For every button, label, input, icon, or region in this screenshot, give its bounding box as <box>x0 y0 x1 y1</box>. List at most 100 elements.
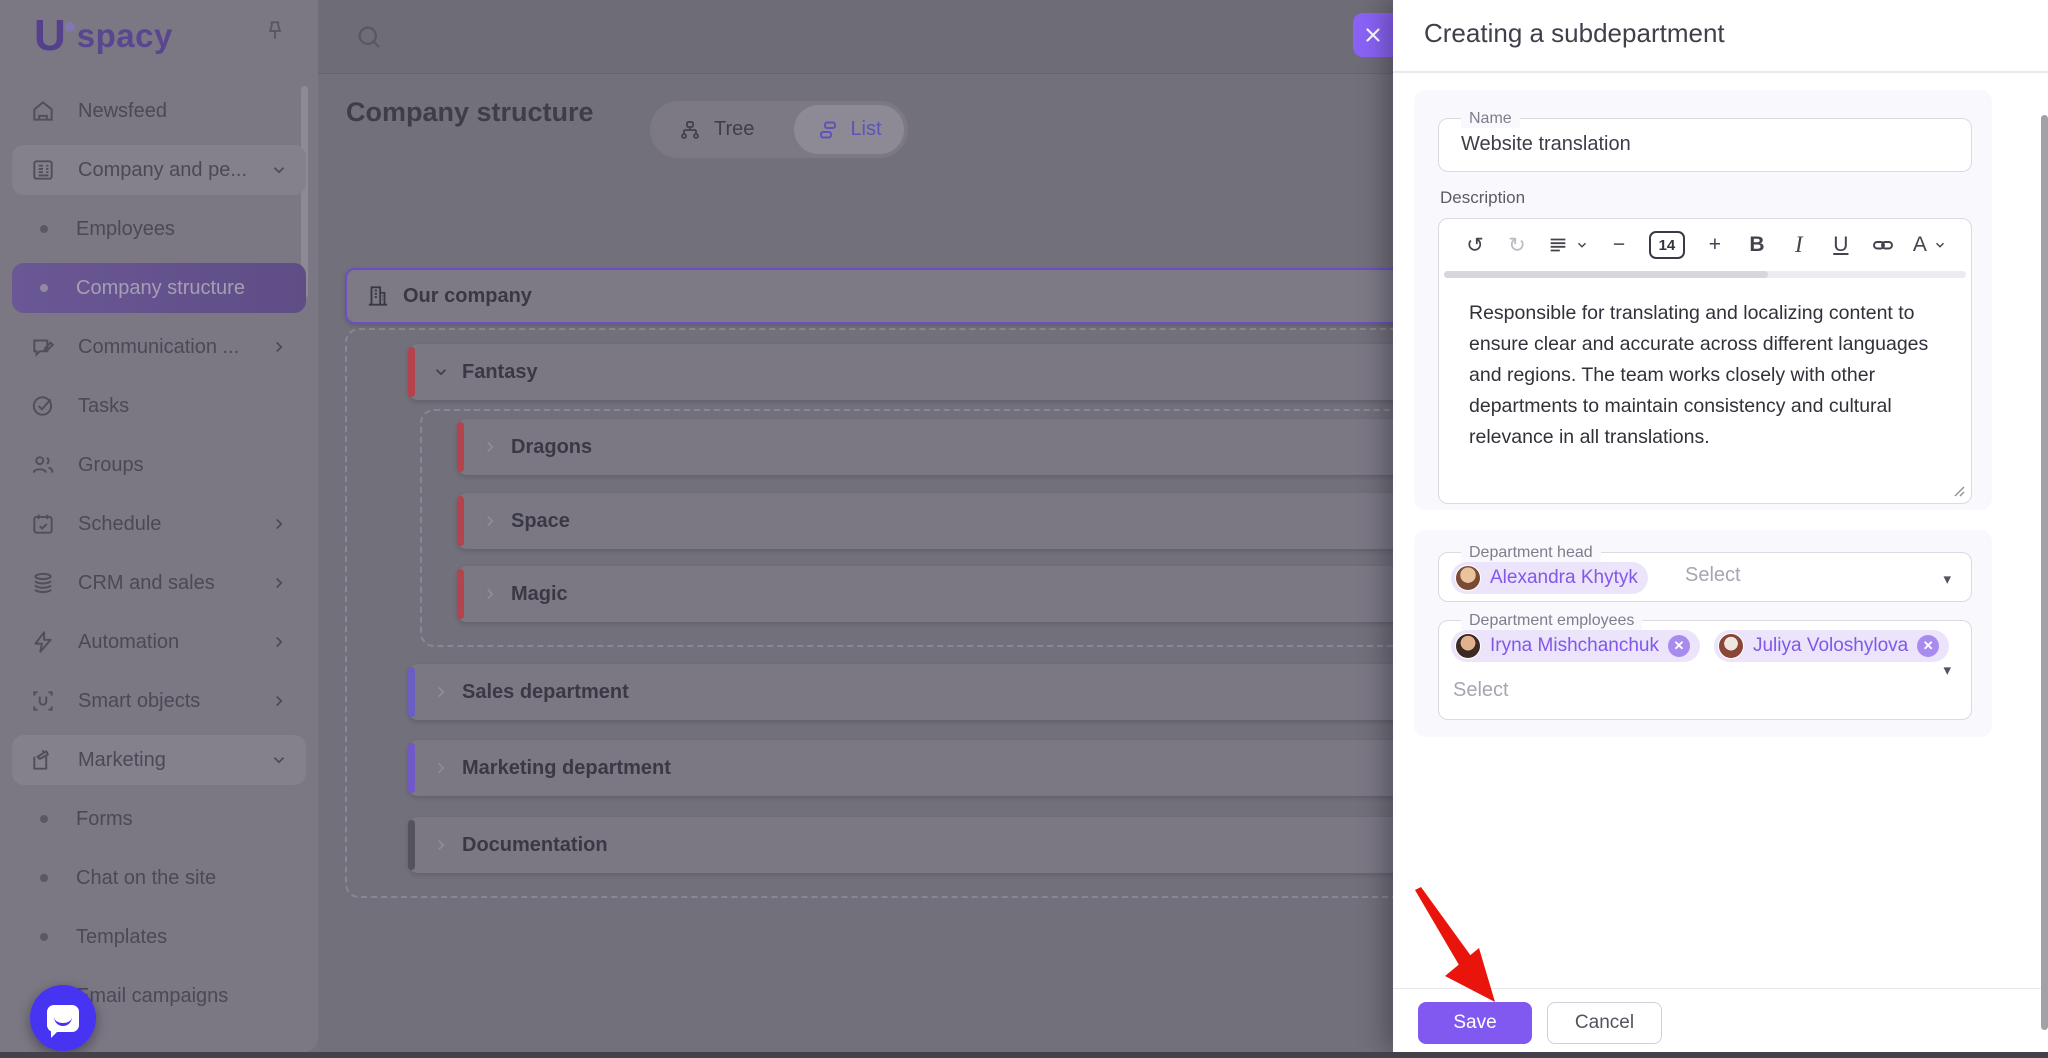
app-logo[interactable]: U spacy <box>34 12 173 60</box>
italic-icon[interactable]: I <box>1787 229 1811 261</box>
bullet-icon <box>40 815 48 823</box>
font-size-value[interactable]: 14 <box>1648 231 1685 259</box>
editor-hscrollbar[interactable] <box>1444 271 1966 278</box>
sidebar-item-employees[interactable]: Employees <box>12 204 306 254</box>
sidebar-item-newsfeed[interactable]: Newsfeed <box>12 86 306 136</box>
sidebar: U spacy Newsfeed Company and pe... Emplo… <box>0 0 318 1052</box>
name-field[interactable]: Name Website translation <box>1438 110 1972 172</box>
sidebar-item-groups[interactable]: Groups <box>12 440 306 490</box>
list-view-icon <box>816 118 840 142</box>
undo-icon[interactable]: ↺ <box>1463 229 1487 261</box>
tab-list-view[interactable]: List <box>794 105 904 154</box>
text-color-icon[interactable]: A <box>1913 229 1947 261</box>
sidebar-item-label: Templates <box>76 925 168 948</box>
page-title: Company structure <box>346 97 594 127</box>
chevron-right-icon[interactable] <box>432 836 450 854</box>
chevron-right-icon[interactable] <box>481 512 499 530</box>
home-icon <box>28 96 58 126</box>
close-button[interactable] <box>1353 13 1393 57</box>
sidebar-item-crm-and-sales[interactable]: CRM and sales <box>12 558 306 608</box>
name-field-label: Name <box>1461 110 1520 128</box>
redo-icon[interactable]: ↻ <box>1505 229 1529 261</box>
app-screen: U spacy Newsfeed Company and pe... Emplo… <box>0 0 2048 1058</box>
remove-chip-icon[interactable]: ✕ <box>1917 635 1940 657</box>
chat-widget-button[interactable] <box>30 985 96 1051</box>
company-structure-list: Our company Fantasy Dragons Space Magic <box>345 187 1475 907</box>
department-name: Sales department <box>462 680 629 703</box>
logo-letter: U <box>34 11 66 60</box>
department-head-label: Department head <box>1461 544 1601 562</box>
chevron-down-icon <box>270 751 288 769</box>
sidebar-item-communication[interactable]: Communication ... <box>12 322 306 372</box>
pin-icon[interactable] <box>262 18 288 44</box>
sidebar-item-smart-objects[interactable]: Smart objects <box>12 676 306 726</box>
tree-row-dragons[interactable]: Dragons <box>457 419 1457 475</box>
avatar <box>1455 633 1481 659</box>
department-name: Our company <box>403 284 532 307</box>
chevron-right-icon <box>270 692 288 710</box>
tree-row-space[interactable]: Space <box>457 493 1457 549</box>
check-circle-icon <box>28 391 58 421</box>
tree-row-fantasy[interactable]: Fantasy <box>408 344 1457 400</box>
sidebar-item-schedule[interactable]: Schedule <box>12 499 306 549</box>
sidebar-item-forms[interactable]: Forms <box>12 794 306 844</box>
chevron-down-icon[interactable] <box>432 363 450 381</box>
search-icon[interactable] <box>354 22 384 52</box>
chevron-right-icon <box>270 515 288 533</box>
sidebar-item-company-structure[interactable]: Company structure <box>12 263 306 313</box>
tree-row-marketing-department[interactable]: Marketing department <box>408 740 1457 796</box>
tree-row-magic[interactable]: Magic <box>457 566 1457 622</box>
resize-handle-icon[interactable] <box>1953 485 1965 497</box>
calendar-check-icon <box>28 509 58 539</box>
chevron-right-icon[interactable] <box>481 438 499 456</box>
sidebar-item-label: Chat on the site <box>76 866 217 889</box>
dropdown-caret-icon[interactable]: ▾ <box>1943 661 1951 679</box>
department-employees-label: Department employees <box>1461 612 1643 630</box>
description-text[interactable]: Responsible for translating and localizi… <box>1439 278 1971 453</box>
zap-icon <box>28 627 58 657</box>
department-color-bar <box>457 496 464 546</box>
department-head-select[interactable]: Department head Alexandra Khytyk Select … <box>1438 544 1972 602</box>
cancel-button[interactable]: Cancel <box>1547 1002 1662 1044</box>
department-name: Documentation <box>462 833 608 856</box>
dropdown-caret-icon[interactable]: ▾ <box>1943 570 1951 588</box>
sidebar-item-templates[interactable]: Templates <box>12 912 306 962</box>
chevron-right-icon[interactable] <box>432 683 450 701</box>
sidebar-item-label: Company structure <box>76 276 245 299</box>
selected-user-chip[interactable]: Iryna Mishchanchuk ✕ <box>1451 630 1700 662</box>
megaphone-icon <box>28 745 58 775</box>
sidebar-item-chat-on-the-site[interactable]: Chat on the site <box>12 853 306 903</box>
sidebar-item-company-and-people[interactable]: Company and pe... <box>12 145 306 195</box>
sidebar-nav: Newsfeed Company and pe... Employees Com… <box>0 86 318 1030</box>
underline-icon[interactable]: U <box>1829 229 1853 261</box>
align-icon[interactable] <box>1547 229 1589 261</box>
tree-row-sales-department[interactable]: Sales department <box>408 664 1457 720</box>
description-editor[interactable]: ↺ ↻ − 14 + B I U A Responsible for trans… <box>1438 218 1972 504</box>
user-name: Juliya Voloshylova <box>1752 635 1909 656</box>
modal-scrollbar[interactable] <box>2041 115 2048 1030</box>
tab-tree-view[interactable]: Tree <box>678 118 754 142</box>
select-placeholder: Select <box>1685 564 1741 586</box>
bold-icon[interactable]: B <box>1745 229 1769 261</box>
sidebar-item-marketing[interactable]: Marketing <box>12 735 306 785</box>
company-card-icon <box>28 155 58 185</box>
department-employees-select[interactable]: Department employees Iryna Mishchanchuk … <box>1438 612 1972 720</box>
chevron-right-icon[interactable] <box>432 759 450 777</box>
remove-chip-icon[interactable]: ✕ <box>1667 635 1690 657</box>
tree-row-documentation[interactable]: Documentation <box>408 817 1457 873</box>
sidebar-item-automation[interactable]: Automation <box>12 617 306 667</box>
selected-user-chip[interactable]: Alexandra Khytyk <box>1451 562 1648 594</box>
font-size-decrease-icon[interactable]: − <box>1607 229 1631 261</box>
department-color-bar <box>457 422 464 472</box>
font-size-increase-icon[interactable]: + <box>1703 229 1727 261</box>
tree-view-label: Tree <box>714 118 755 140</box>
sidebar-item-tasks[interactable]: Tasks <box>12 381 306 431</box>
department-color-bar <box>457 569 464 619</box>
tree-row-our-company[interactable]: Our company <box>345 268 1457 324</box>
people-icon <box>28 450 58 480</box>
bullet-icon <box>40 933 48 941</box>
selected-user-chip[interactable]: Juliya Voloshylova ✕ <box>1713 630 1950 662</box>
sidebar-item-label: Automation <box>78 630 180 653</box>
chevron-right-icon[interactable] <box>481 585 499 603</box>
link-icon[interactable] <box>1871 229 1895 261</box>
